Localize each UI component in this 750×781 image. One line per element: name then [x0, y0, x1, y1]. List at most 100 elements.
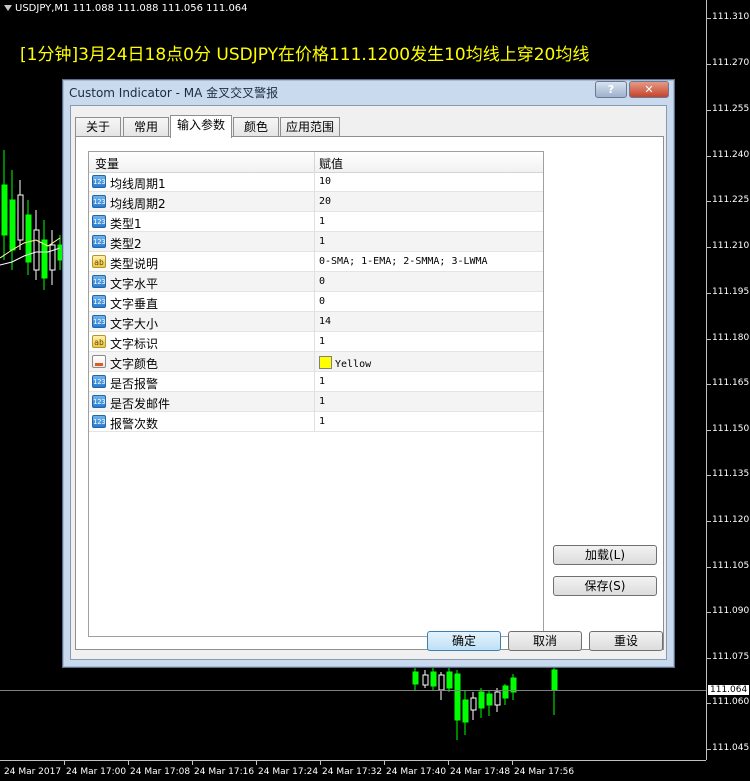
param-name: 文字大小	[110, 317, 159, 331]
price-tick	[707, 156, 711, 157]
tab-common[interactable]: 常用	[123, 117, 169, 137]
param-value[interactable]: 0	[319, 296, 325, 307]
param-value[interactable]: 20	[319, 196, 331, 207]
cancel-button[interactable]: 取消	[508, 631, 582, 651]
param-name: 文字水平	[110, 277, 159, 291]
param-value[interactable]: 0-SMA; 1-EMA; 2-SMMA; 3-LWMA	[319, 256, 488, 267]
candle-body	[422, 674, 429, 686]
candle-body	[462, 699, 469, 723]
price-tick	[707, 110, 711, 111]
reset-button[interactable]: 重设	[589, 631, 663, 651]
param-name: 文字颜色	[110, 357, 159, 371]
column-divider	[314, 272, 315, 292]
candle-body	[438, 674, 445, 691]
price-tick	[707, 521, 711, 522]
table-row[interactable]: 123 是否报警 1	[89, 372, 543, 392]
custom-indicator-dialog: Custom Indicator - MA 金叉交叉警报 ? ✕ 关于 常用 输…	[62, 79, 675, 668]
time-label: 24 Mar 17:24	[258, 767, 319, 777]
close-button[interactable]: ✕	[629, 81, 669, 98]
dialog-title-bar[interactable]: Custom Indicator - MA 金叉交叉警报 ? ✕	[63, 80, 674, 104]
column-header-variable[interactable]: 变量	[95, 155, 119, 172]
tab-about[interactable]: 关于	[75, 117, 121, 137]
param-value[interactable]: Yellow	[319, 356, 371, 370]
help-button[interactable]: ?	[595, 81, 627, 98]
time-label: 24 Mar 17:56	[514, 767, 575, 777]
symbol-quote: USDJPY,M1 111.088 111.088 111.056 111.06…	[15, 3, 248, 14]
param-value[interactable]: 0	[319, 276, 325, 287]
price-tick	[707, 658, 711, 659]
param-value[interactable]: 1	[319, 236, 325, 247]
text-icon: ab	[92, 255, 106, 268]
param-value[interactable]: 1	[319, 396, 325, 407]
price-label: 111.150	[712, 424, 750, 434]
save-button[interactable]: 保存(S)	[553, 576, 657, 596]
color-icon	[92, 355, 106, 368]
price-label: 111.195	[712, 287, 750, 297]
candle-body	[49, 244, 56, 271]
price-tick	[707, 384, 711, 385]
table-row[interactable]: 123 是否发邮件 1	[89, 392, 543, 412]
number-icon: 123	[92, 195, 106, 208]
candle-body	[9, 199, 16, 251]
column-divider	[314, 332, 315, 352]
table-row[interactable]: ab 文字标识 1	[89, 332, 543, 352]
time-tick	[512, 761, 513, 765]
price-label: 111.310	[712, 12, 750, 22]
table-row[interactable]: 123 类型2 1	[89, 232, 543, 252]
time-label: 24 Mar 17:16	[194, 767, 255, 777]
time-tick	[64, 761, 65, 765]
table-row[interactable]: 123 类型1 1	[89, 212, 543, 232]
price-label: 111.210	[712, 241, 750, 251]
column-header-value[interactable]: 赋值	[319, 155, 343, 172]
price-label: 111.225	[712, 195, 750, 205]
time-tick	[192, 761, 193, 765]
candle-body	[1, 184, 8, 236]
price-label: 111.135	[712, 469, 750, 479]
param-value[interactable]: 1	[319, 336, 325, 347]
number-icon: 123	[92, 235, 106, 248]
table-row[interactable]: 123 均线周期2 20	[89, 192, 543, 212]
table-row[interactable]: 123 报警次数 1	[89, 412, 543, 432]
number-icon: 123	[92, 395, 106, 408]
price-label: 111.075	[712, 652, 750, 662]
param-value[interactable]: 14	[319, 316, 331, 327]
price-label: 111.105	[712, 561, 750, 571]
price-tick	[707, 703, 711, 704]
column-divider	[314, 172, 315, 192]
tab-inputs[interactable]: 输入参数	[170, 115, 232, 138]
param-value[interactable]: 10	[319, 176, 331, 187]
time-tick	[448, 761, 449, 765]
table-row[interactable]: 123 文字水平 0	[89, 272, 543, 292]
dialog-title: Custom Indicator - MA 金叉交叉警报	[69, 86, 279, 100]
column-divider	[314, 412, 315, 432]
number-icon: 123	[92, 315, 106, 328]
table-row[interactable]: 123 文字大小 14	[89, 312, 543, 332]
param-name: 文字垂直	[110, 297, 159, 311]
table-row[interactable]: ab 类型说明 0-SMA; 1-EMA; 2-SMMA; 3-LWMA	[89, 252, 543, 272]
price-tick	[707, 475, 711, 476]
table-row[interactable]: 123 文字垂直 0	[89, 292, 543, 312]
price-tick	[707, 612, 711, 613]
number-icon: 123	[92, 295, 106, 308]
price-tick	[707, 201, 711, 202]
column-divider	[314, 192, 315, 212]
tab-colors[interactable]: 颜色	[233, 117, 279, 137]
time-tick	[320, 761, 321, 765]
param-name: 均线周期1	[110, 177, 166, 191]
load-button[interactable]: 加载(L)	[553, 545, 657, 565]
param-name: 报警次数	[110, 417, 159, 431]
param-name: 是否发邮件	[110, 397, 171, 411]
tab-visualization[interactable]: 应用范围	[280, 117, 340, 137]
param-value[interactable]: 1	[319, 216, 325, 227]
price-label: 111.270	[712, 58, 750, 68]
column-divider	[314, 152, 315, 172]
table-row[interactable]: 123 均线周期1 10	[89, 172, 543, 192]
parameters-table[interactable]: 变量 赋值 123 均线周期1 10 123 均线周期2 20 123 类型1 1 123 类型2 1…	[88, 151, 544, 637]
ok-button[interactable]: 确定	[427, 631, 501, 651]
param-value[interactable]: 1	[319, 376, 325, 387]
candle-body	[412, 671, 419, 685]
price-label: 111.255	[712, 104, 750, 114]
param-value[interactable]: 1	[319, 416, 325, 427]
table-row[interactable]: 文字颜色 Yellow	[89, 352, 543, 372]
crossover-alert-text: [1分钟]3月24日18点0分 USDJPY在价格111.1200发生10均线上…	[20, 45, 590, 65]
